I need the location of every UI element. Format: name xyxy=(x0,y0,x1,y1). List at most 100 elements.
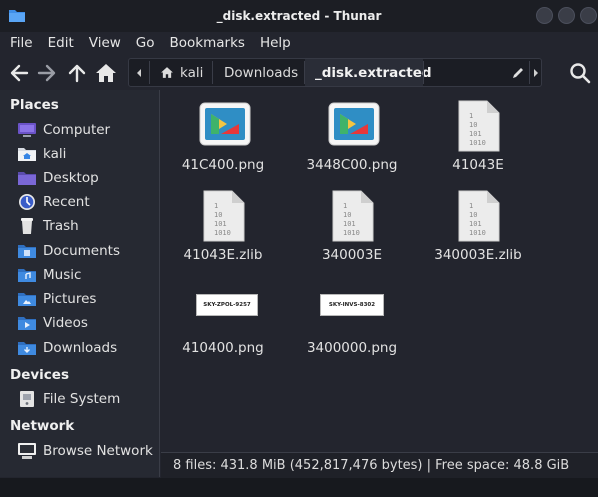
file-name: 3448C00.png xyxy=(306,157,398,173)
svg-text:1: 1 xyxy=(343,202,347,210)
path-segment-home[interactable]: kali xyxy=(150,59,212,86)
sidebar-item-label: Pictures xyxy=(43,291,97,307)
file-item-410400-png[interactable]: SKY-ZPOL-9257 410400.png xyxy=(163,294,283,364)
path-segment-label: kali xyxy=(180,64,204,81)
back-arrow-icon[interactable] xyxy=(8,62,30,84)
status-text: 8 files: 431.8 MiB (452,817,476 bytes) |… xyxy=(173,458,570,473)
file-name: 3400000.png xyxy=(306,340,398,356)
desktop-icon xyxy=(18,172,36,185)
pictures-folder-icon xyxy=(18,293,36,306)
sidebar-item-pictures[interactable]: Pictures xyxy=(17,288,157,310)
file-name: 41043E xyxy=(452,157,504,173)
file-item-340003e-zlib[interactable]: 1 10 101 1010 340003E.zlib xyxy=(418,190,538,270)
menu-bookmarks[interactable]: Bookmarks xyxy=(170,35,245,51)
chevron-right-icon xyxy=(534,68,538,77)
path-scroll-right-button[interactable] xyxy=(530,59,542,86)
sidebar-item-downloads[interactable]: Downloads xyxy=(17,337,157,359)
sidebar-item-label: kali xyxy=(43,146,67,162)
sidebar-item-desktop[interactable]: Desktop xyxy=(17,167,157,189)
bottom-panel-edge xyxy=(0,478,598,497)
sidebar-item-label: Downloads xyxy=(43,340,118,356)
file-name: 340003E xyxy=(321,247,383,263)
folder-window-icon xyxy=(9,10,25,22)
file-item-3400000-png[interactable]: SKY-INVS-8302 3400000.png xyxy=(292,294,412,364)
svg-text:101: 101 xyxy=(214,220,227,228)
sidebar-item-label: Recent xyxy=(43,194,90,210)
svg-text:10: 10 xyxy=(343,211,351,219)
file-name: 41C400.png xyxy=(181,157,265,173)
svg-text:101: 101 xyxy=(469,220,482,228)
sidebar-item-videos[interactable]: Videos xyxy=(17,312,157,334)
edit-location-button[interactable] xyxy=(509,59,527,86)
binary-file-icon: 1 10 101 1010 xyxy=(458,190,500,242)
sidebar-item-label: Browse Network xyxy=(43,443,153,459)
file-name: 410400.png xyxy=(182,340,264,356)
music-folder-icon xyxy=(18,269,36,282)
file-item-41043e[interactable]: 1 10 101 1010 41043E xyxy=(418,100,538,180)
sidebar-item-trash[interactable]: Trash xyxy=(17,215,157,237)
file-name: 340003E.zlib xyxy=(434,247,522,263)
maximize-button[interactable] xyxy=(558,7,575,24)
image-thumbnail: SKY-INVS-8302 xyxy=(320,294,384,316)
home-icon[interactable] xyxy=(95,62,117,84)
sidebar-item-browse-network[interactable]: Browse Network xyxy=(17,440,157,462)
binary-file-icon: 1 10 101 1010 xyxy=(458,100,500,152)
sidebar-item-file-system[interactable]: File System xyxy=(17,388,157,410)
downloads-folder-icon xyxy=(18,342,36,355)
path-scroll-left-button[interactable] xyxy=(129,59,149,86)
menu-go[interactable]: Go xyxy=(136,35,155,51)
path-segment-downloads[interactable]: Downloads xyxy=(213,59,304,86)
file-name: 41043E.zlib xyxy=(183,247,263,263)
devices-heading: Devices xyxy=(10,367,69,383)
window-title: _disk.extracted - Thunar xyxy=(216,9,382,23)
sidebar-item-label: Music xyxy=(43,267,82,283)
svg-text:10: 10 xyxy=(214,211,222,219)
network-icon xyxy=(18,443,36,459)
svg-text:1: 1 xyxy=(469,112,473,120)
menu-edit[interactable]: Edit xyxy=(48,35,74,51)
file-view: 41C400.png 3448C00.png 1 10 101 1010 410… xyxy=(161,90,598,450)
home-folder-icon xyxy=(18,148,36,161)
svg-text:10: 10 xyxy=(469,121,477,129)
file-item-41c400-png[interactable]: 41C400.png xyxy=(163,100,283,180)
sidebar-item-label: File System xyxy=(43,391,121,407)
sidebar-item-label: Trash xyxy=(43,218,79,234)
recent-icon xyxy=(19,194,35,210)
pencil-icon xyxy=(513,67,523,78)
menu-file[interactable]: File xyxy=(10,35,33,51)
chevron-left-icon xyxy=(137,68,141,77)
places-heading: Places xyxy=(10,97,59,113)
image-thumbnail: SKY-ZPOL-9257 xyxy=(196,294,258,316)
forward-arrow-icon[interactable] xyxy=(36,62,58,84)
thumbnail-text: SKY-ZPOL-9257 xyxy=(203,302,251,308)
file-item-41043e-zlib[interactable]: 1 10 101 1010 41043E.zlib xyxy=(163,190,283,270)
minimize-button[interactable] xyxy=(536,7,553,24)
file-item-340003e[interactable]: 1 10 101 1010 340003E xyxy=(292,190,412,270)
svg-text:10: 10 xyxy=(469,211,477,219)
documents-folder-icon xyxy=(18,245,36,258)
file-item-3448c00-png[interactable]: 3448C00.png xyxy=(292,100,412,180)
path-segment-current[interactable]: _disk.extracted xyxy=(305,59,432,86)
sidebar-item-label: Videos xyxy=(43,315,88,331)
sidebar-item-computer[interactable]: Computer xyxy=(17,119,157,141)
sidebar-item-label: Documents xyxy=(43,243,120,259)
binary-file-icon: 1 10 101 1010 xyxy=(203,190,245,242)
binary-file-icon: 1 10 101 1010 xyxy=(332,190,374,242)
sidebar-item-kali[interactable]: kali xyxy=(17,143,157,165)
menu-view[interactable]: View xyxy=(89,35,121,51)
up-arrow-icon[interactable] xyxy=(66,62,88,84)
menu-help[interactable]: Help xyxy=(260,35,291,51)
sidebar-item-recent[interactable]: Recent xyxy=(17,191,157,213)
sidebar-item-music[interactable]: Music xyxy=(17,264,157,286)
svg-text:1010: 1010 xyxy=(343,229,360,237)
close-button[interactable] xyxy=(580,7,597,24)
image-file-icon xyxy=(328,102,380,146)
sidebar-item-documents[interactable]: Documents xyxy=(17,240,157,262)
thumbnail-text: SKY-INVS-8302 xyxy=(328,302,376,308)
trash-icon xyxy=(21,218,33,234)
computer-icon xyxy=(18,123,36,137)
svg-text:101: 101 xyxy=(343,220,356,228)
menu-bar: File Edit View Go Bookmarks Help xyxy=(0,32,598,54)
svg-text:1010: 1010 xyxy=(469,229,486,237)
search-icon[interactable] xyxy=(569,62,591,84)
